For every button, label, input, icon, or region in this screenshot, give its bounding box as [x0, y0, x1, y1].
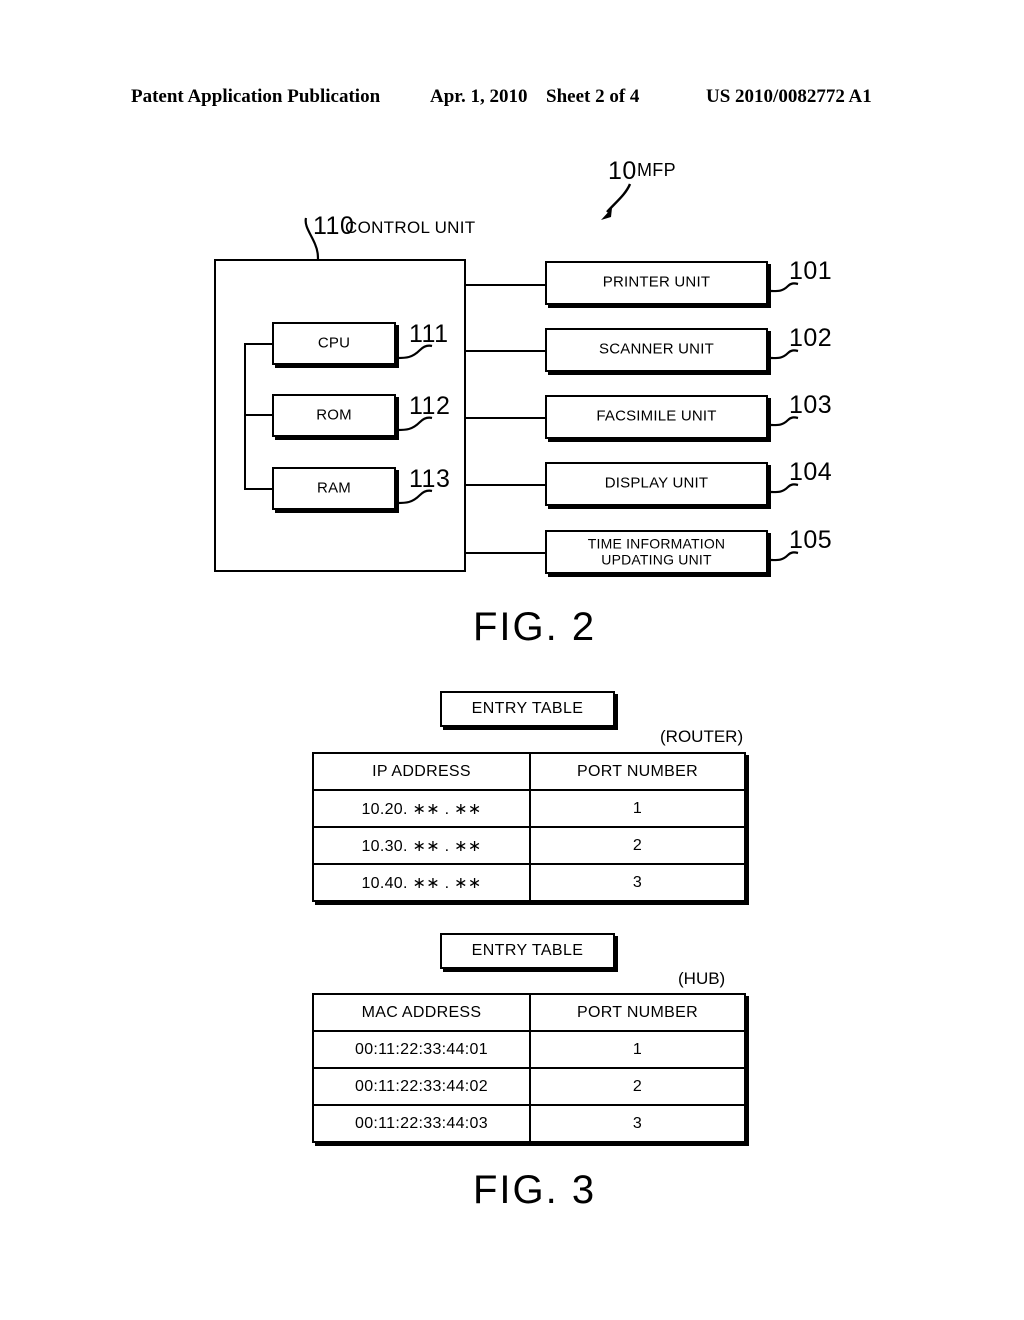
- table-row: 10.20. ∗∗ . ∗∗ 1: [312, 789, 746, 828]
- printer-unit-label: PRINTER UNIT: [602, 273, 711, 291]
- router-col-port-number: PORT NUMBER: [529, 752, 746, 791]
- hub-col-port-number: PORT NUMBER: [529, 993, 746, 1032]
- table-row: 10.30. ∗∗ . ∗∗ 2: [312, 826, 746, 865]
- patent-number: US 2010/0082772 A1: [706, 86, 872, 107]
- hub-cell-mac: 00:11:22:33:44:01: [312, 1030, 531, 1069]
- hub-col-mac-address: MAC ADDRESS: [312, 993, 531, 1032]
- router-cell-ip: 10.30. ∗∗ . ∗∗: [312, 826, 531, 865]
- table-row: 10.40. ∗∗ . ∗∗ 3: [312, 863, 746, 902]
- facsimile-unit-box: FACSIMILE UNIT: [545, 395, 768, 439]
- printer-unit-box: PRINTER UNIT: [545, 261, 768, 305]
- mfp-arrow-icon: [601, 183, 632, 220]
- hub-cell-port: 3: [529, 1104, 746, 1143]
- router-device-label: (ROUTER): [660, 727, 744, 746]
- table-row: 00:11:22:33:44:01 1: [312, 1030, 746, 1069]
- publication-title: Patent Application Publication: [131, 86, 381, 107]
- router-cell-port: 1: [529, 789, 746, 828]
- publication-date: Apr. 1, 2010: [430, 86, 528, 107]
- router-cell-ip: 10.40. ∗∗ . ∗∗: [312, 863, 531, 902]
- router-entry-table-title: ENTRY TABLE: [440, 691, 615, 727]
- rom-leader-icon: [396, 416, 433, 432]
- router-cell-port: 3: [529, 863, 746, 902]
- connector-facsimile: [466, 417, 546, 419]
- ram-leader-icon: [396, 489, 433, 505]
- router-col-ip-address: IP ADDRESS: [312, 752, 531, 791]
- figure-2-caption: FIG. 2: [473, 605, 597, 649]
- bus-branch-rom: [244, 414, 274, 416]
- hub-cell-mac: 00:11:22:33:44:03: [312, 1104, 531, 1143]
- connector-time-info: [466, 552, 546, 554]
- connector-printer: [466, 284, 546, 286]
- hub-cell-port: 2: [529, 1067, 746, 1106]
- connector-scanner: [466, 350, 546, 352]
- router-cell-ip: 10.20. ∗∗ . ∗∗: [312, 789, 531, 828]
- hub-cell-port: 1: [529, 1030, 746, 1069]
- table-header-row: IP ADDRESS PORT NUMBER: [312, 752, 746, 791]
- bus-branch-ram: [244, 488, 274, 490]
- hub-entry-table: MAC ADDRESS PORT NUMBER 00:11:22:33:44:0…: [312, 993, 746, 1143]
- connector-display: [466, 484, 546, 486]
- facsimile-unit-label: FACSIMILE UNIT: [596, 407, 717, 425]
- table-row: 00:11:22:33:44:02 2: [312, 1067, 746, 1106]
- display-unit-label: DISPLAY UNIT: [604, 474, 709, 492]
- figure-3-caption: FIG. 3: [473, 1168, 597, 1212]
- scanner-leader-icon: [768, 349, 799, 360]
- control-unit-label: CONTROL UNIT: [345, 218, 476, 237]
- table-row: 00:11:22:33:44:03 3: [312, 1104, 746, 1143]
- cpu-block: CPU: [272, 322, 396, 365]
- rom-block-label: ROM: [316, 406, 352, 424]
- ram-block-label: RAM: [317, 479, 351, 497]
- ram-block: RAM: [272, 467, 396, 510]
- router-entry-table: IP ADDRESS PORT NUMBER 10.20. ∗∗ . ∗∗ 1 …: [312, 752, 746, 902]
- hub-cell-mac: 00:11:22:33:44:02: [312, 1067, 531, 1106]
- scanner-unit-label: SCANNER UNIT: [599, 340, 714, 358]
- control-unit-leader-icon: [304, 217, 320, 261]
- printer-leader-icon: [768, 282, 799, 293]
- page-header: Patent Application Publication Apr. 1, 2…: [0, 86, 1024, 114]
- cpu-block-label: CPU: [317, 334, 351, 352]
- hub-device-label: (HUB): [678, 969, 726, 988]
- scanner-unit-box: SCANNER UNIT: [545, 328, 768, 372]
- time-information-updating-unit-box: TIME INFORMATION UPDATING UNIT: [545, 530, 768, 574]
- hub-entry-table-title: ENTRY TABLE: [440, 933, 615, 969]
- time-information-updating-unit-label: TIME INFORMATION UPDATING UNIT: [587, 535, 726, 567]
- time-info-leader-icon: [768, 551, 799, 562]
- display-leader-icon: [768, 483, 799, 494]
- router-cell-port: 2: [529, 826, 746, 865]
- rom-block: ROM: [272, 394, 396, 437]
- table-header-row: MAC ADDRESS PORT NUMBER: [312, 993, 746, 1032]
- sheet-number: Sheet 2 of 4: [546, 86, 640, 107]
- bus-branch-cpu: [244, 343, 274, 345]
- facsimile-leader-icon: [768, 416, 799, 427]
- mfp-label: MFP: [637, 160, 676, 180]
- display-unit-box: DISPLAY UNIT: [545, 462, 768, 506]
- cpu-leader-icon: [396, 344, 433, 360]
